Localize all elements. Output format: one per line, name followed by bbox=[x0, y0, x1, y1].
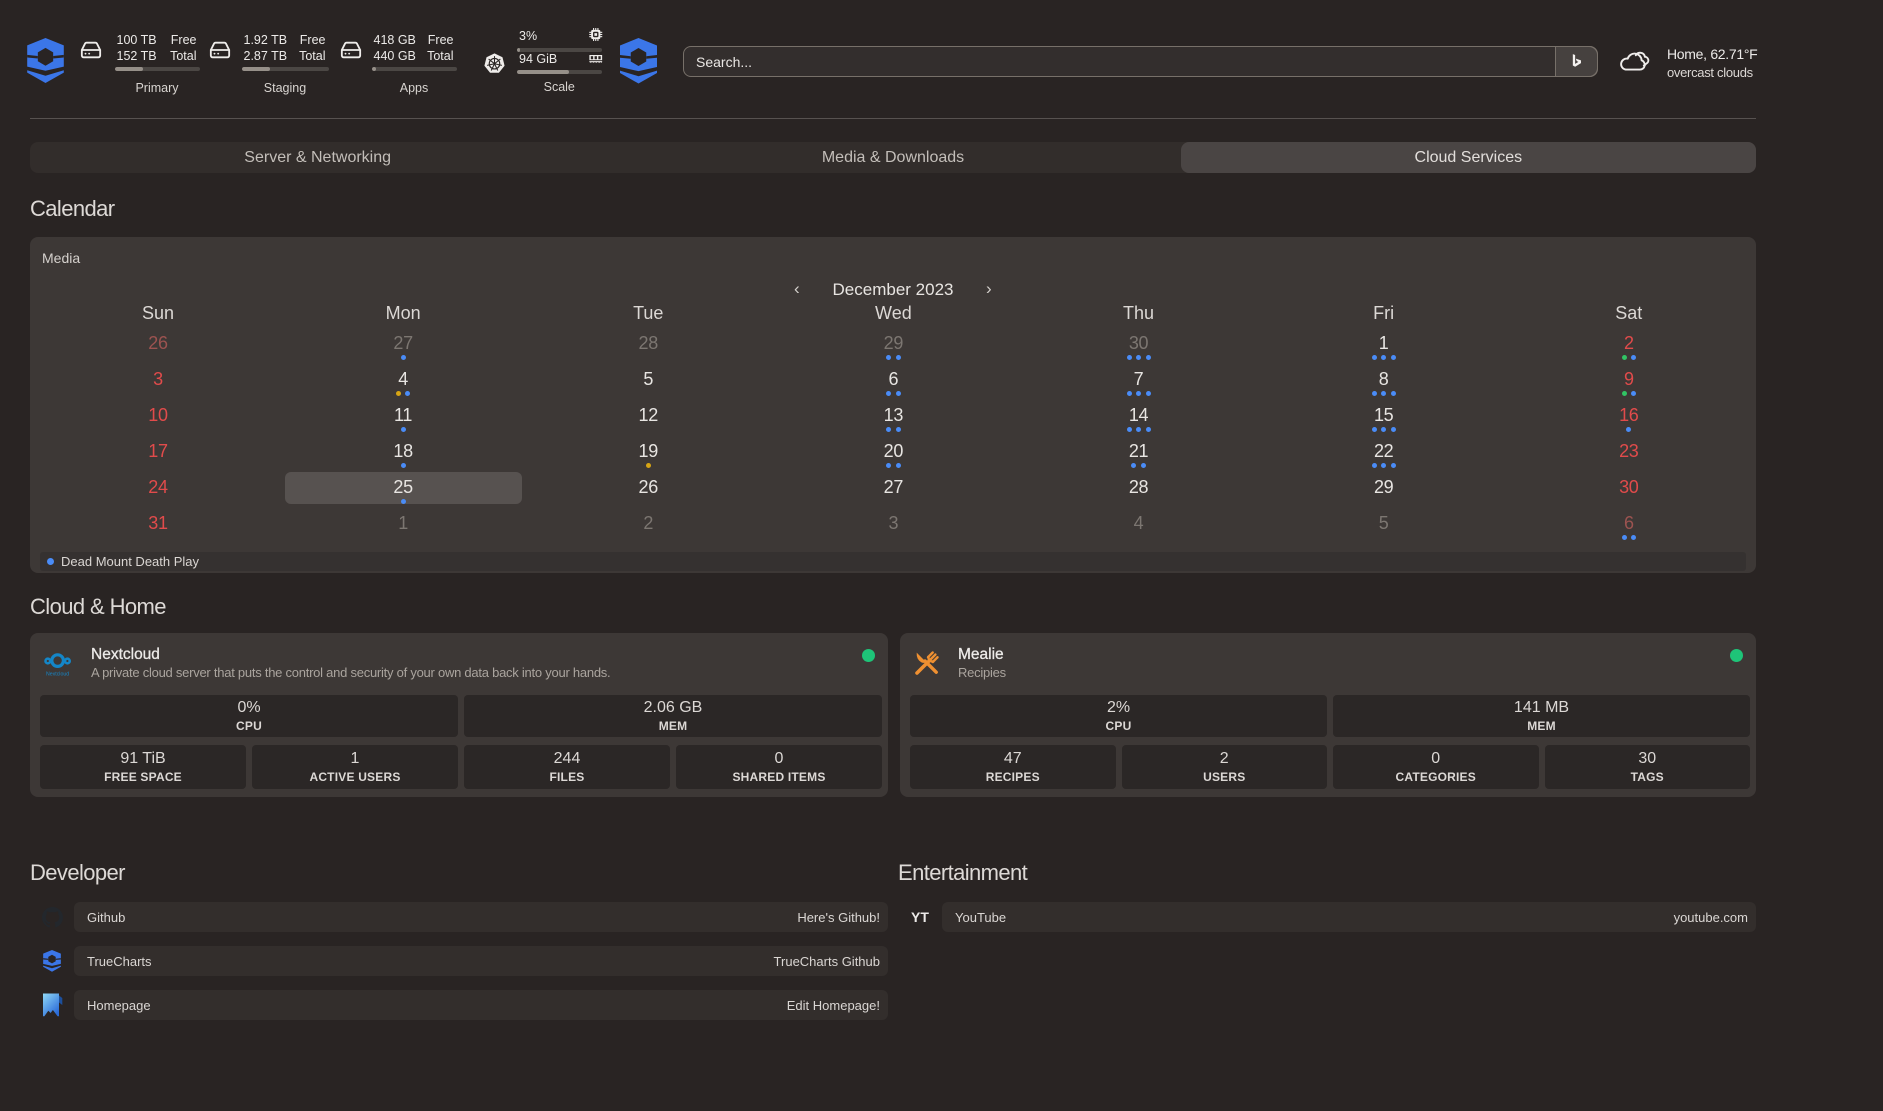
svg-text:Nextcloud: Nextcloud bbox=[46, 671, 69, 677]
